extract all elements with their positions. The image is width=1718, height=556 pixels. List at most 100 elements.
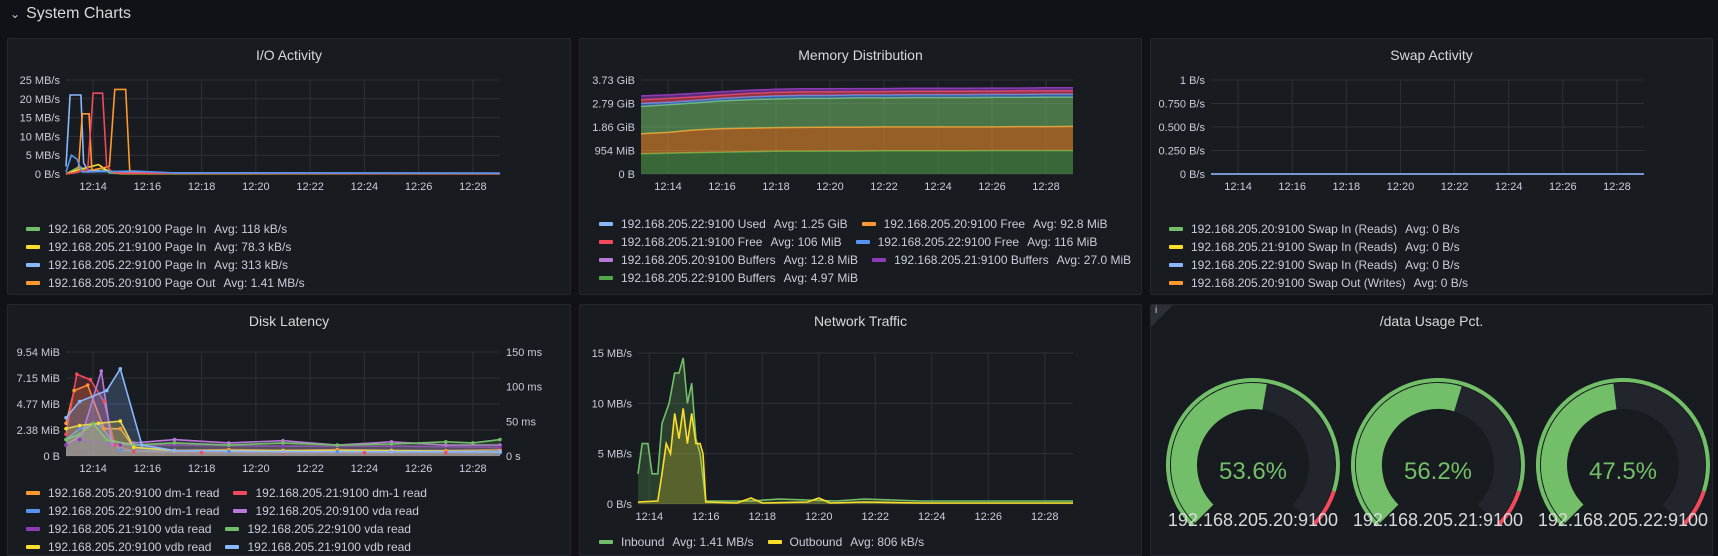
x-tick-label: 12:22 bbox=[862, 511, 890, 523]
legend-label: 192.168.205.20:9100 Swap Out (Writes) bbox=[1191, 276, 1406, 290]
legend-item[interactable]: 192.168.205.21:9100 Page In Avg: 78.3 kB/… bbox=[26, 238, 291, 256]
x-tick-label: 12:28 bbox=[1032, 181, 1060, 193]
data-usage-panel[interactable]: i /data Usage Pct. 53.6% 192.168.205.20:9… bbox=[1150, 304, 1713, 556]
legend-item[interactable]: 192.168.205.22:9100 vda read bbox=[225, 520, 411, 538]
legend-item[interactable]: 192.168.205.21:9100 vda read bbox=[26, 520, 211, 538]
legend-item[interactable]: 192.168.205.20:9100 vdb read bbox=[26, 538, 211, 555]
x-tick-label: 12:14 bbox=[1224, 181, 1252, 193]
legend-item[interactable]: 192.168.205.22:9100 Page In Avg: 313 kB/s bbox=[26, 256, 288, 274]
series-point bbox=[172, 437, 177, 442]
series-point bbox=[335, 443, 340, 447]
legend-item[interactable]: 192.168.205.20:9100 dm-1 read bbox=[26, 484, 219, 502]
x-tick-label: 12:16 bbox=[134, 181, 162, 193]
legend-row: Inbound Avg: 1.41 MB/s Outbound Avg: 806 kB… bbox=[599, 533, 938, 551]
x-tick-label: 12:20 bbox=[1387, 181, 1415, 193]
x-tick-label: 12:20 bbox=[242, 181, 270, 193]
legend-item[interactable]: 192.168.205.21:9100 Swap In (Reads) Avg: … bbox=[1169, 238, 1460, 256]
x-tick-label: 12:28 bbox=[1603, 181, 1631, 193]
legend-item[interactable]: 192.168.205.22:9100 Swap In (Reads) Avg: … bbox=[1169, 256, 1460, 274]
legend-swatch bbox=[599, 540, 613, 544]
series-point bbox=[281, 444, 285, 448]
legend-item[interactable]: 192.168.205.22:9100 dm-1 read bbox=[26, 502, 219, 520]
y-tick-label: 7.15 MiB bbox=[17, 373, 60, 385]
legend-label: 192.168.205.21:9100 Free bbox=[621, 235, 763, 249]
legend-item[interactable]: 192.168.205.22:9100 Buffers Avg: 4.97 MiB bbox=[599, 269, 858, 287]
y-tick-label: 3.73 GiB bbox=[592, 75, 635, 87]
legend-item[interactable]: 192.168.205.20:9100 Swap Out (Writes) Avg… bbox=[1169, 274, 1468, 292]
legend-swatch bbox=[599, 222, 613, 226]
legend-item[interactable]: 192.168.205.20:9100 Swap In (Reads) Avg: … bbox=[1169, 220, 1460, 238]
legend-item[interactable]: 192.168.205.21:9100 Free Avg: 106 MiB bbox=[599, 233, 842, 251]
legend-row: 192.168.205.20:9100 Swap In (Reads) Avg: … bbox=[1169, 220, 1482, 238]
legend-item[interactable]: 192.168.205.21:9100 vdb read bbox=[225, 538, 411, 555]
chevron-down-icon[interactable]: ⌄ bbox=[10, 7, 20, 21]
legend-swatch bbox=[1169, 263, 1183, 267]
legend-row: 192.168.205.20:9100 Page Out Avg: 1.41 MB… bbox=[26, 274, 319, 292]
legend-avg: Avg: 0 B/s bbox=[1405, 240, 1460, 254]
series-point bbox=[85, 383, 90, 387]
y-tick-label: 0 B/s bbox=[35, 169, 61, 181]
memory-band bbox=[641, 126, 1073, 154]
legend-row: 192.168.205.20:9100 vdb read 192.168.205.… bbox=[26, 538, 441, 555]
legend-item[interactable]: Inbound Avg: 1.41 MB/s bbox=[599, 533, 754, 551]
y-tick-label: 0 B/s bbox=[1180, 169, 1206, 181]
y-tick-label: 15 MB/s bbox=[592, 348, 633, 360]
legend-avg: Avg: 1.41 MB/s bbox=[223, 276, 305, 290]
legend-item[interactable]: 192.168.205.20:9100 vda read bbox=[233, 502, 419, 520]
legend-row: 192.168.205.22:9100 Used Avg: 1.25 GiB 192… bbox=[599, 215, 1141, 233]
y-tick-label: 20 MB/s bbox=[20, 94, 61, 106]
series-point bbox=[444, 440, 448, 444]
y-right-tick-label: 150 ms bbox=[506, 347, 543, 359]
legend-avg: Avg: 27.0 MiB bbox=[1056, 253, 1132, 267]
gauge-label: 192.168.205.21:9100 bbox=[1353, 510, 1523, 530]
legend-item[interactable]: 192.168.205.20:9100 Page Out Avg: 1.41 MB… bbox=[26, 274, 305, 292]
gauge-label: 192.168.205.20:9100 bbox=[1168, 510, 1338, 530]
legend-label: 192.168.205.21:9100 vda read bbox=[48, 522, 212, 536]
row-header[interactable]: ⌄ System Charts bbox=[10, 3, 131, 25]
x-tick-label: 12:26 bbox=[974, 511, 1002, 523]
legend-swatch bbox=[599, 258, 613, 262]
series-point bbox=[64, 443, 68, 447]
series-point bbox=[389, 449, 394, 454]
io-activity-panel[interactable]: I/O Activity 0 B/s 5 MB/s 10 MB/s 15 MB/s 20… bbox=[7, 38, 571, 295]
legend-item[interactable]: 192.168.205.21:9100 dm-1 read bbox=[233, 484, 427, 502]
legend-avg: Avg: 1.41 MB/s bbox=[672, 535, 754, 549]
y-tick-label: 25 MB/s bbox=[20, 75, 61, 87]
disk-latency-panel[interactable]: Disk Latency 0 B 2.38 MiB 4.77 MiB 7.15 MiB… bbox=[7, 304, 571, 556]
y-right-tick-label: 100 ms bbox=[506, 382, 543, 394]
series-point bbox=[335, 449, 340, 454]
legend-swatch bbox=[1169, 245, 1183, 249]
gauge-label: 192.168.205.22:9100 bbox=[1538, 510, 1708, 530]
legend-swatch bbox=[599, 240, 613, 244]
y-tick-label: 10 MB/s bbox=[20, 131, 61, 143]
legend-item[interactable]: 192.168.205.21:9100 Buffers Avg: 27.0 MiB bbox=[872, 251, 1131, 269]
legend-item[interactable]: 192.168.205.22:9100 Free Avg: 116 MiB bbox=[855, 233, 1097, 251]
legend-item[interactable]: Outbound Avg: 806 kB/s bbox=[767, 533, 924, 551]
series-point bbox=[498, 449, 502, 454]
network-traffic-panel[interactable]: Network Traffic 0 B/s 5 MB/s 10 MB/s 15 MB/… bbox=[579, 304, 1142, 556]
series-point bbox=[498, 445, 502, 450]
series-point bbox=[444, 443, 448, 447]
memory-distribution-panel[interactable]: Memory Distribution 0 B 954 MiB 1.86 GiB 2.… bbox=[579, 38, 1142, 295]
legend-item[interactable]: 192.168.205.20:9100 Buffers Avg: 12.8 MiB bbox=[599, 251, 858, 269]
network-traffic-legend: Inbound Avg: 1.41 MB/s Outbound Avg: 806 kB… bbox=[599, 533, 938, 551]
legend-item[interactable]: 192.168.205.22:9100 Used Avg: 1.25 GiB bbox=[599, 215, 848, 233]
legend-label: 192.168.205.20:9100 Buffers bbox=[621, 253, 776, 267]
legend-row: 192.168.205.22:9100 Page In Avg: 313 kB/s bbox=[26, 256, 319, 274]
legend-item[interactable]: 192.168.205.20:9100 Page In Avg: 118 kB/s bbox=[26, 220, 287, 238]
y-tick-label: 15 MB/s bbox=[20, 113, 61, 125]
legend-item[interactable]: 192.168.205.20:9100 Free Avg: 92.8 MiB bbox=[861, 215, 1108, 233]
series-point bbox=[102, 399, 106, 404]
series-point bbox=[118, 448, 123, 453]
legend-label: 192.168.205.20:9100 Page In bbox=[48, 222, 207, 236]
legend-avg: Avg: 12.8 MiB bbox=[783, 253, 859, 267]
series-point bbox=[227, 449, 231, 454]
legend-avg: Avg: 118 kB/s bbox=[214, 222, 288, 236]
swap-activity-panel[interactable]: Swap Activity 0 B/s 0.250 B/s 0.500 B/s 0.7… bbox=[1150, 38, 1713, 295]
series-point bbox=[110, 443, 114, 447]
y-tick-label: 4.77 MiB bbox=[17, 399, 60, 411]
x-tick-label: 12:22 bbox=[296, 463, 324, 475]
legend-row: 192.168.205.22:9100 Buffers Avg: 4.97 MiB bbox=[599, 269, 1141, 287]
legend-label: Inbound bbox=[621, 535, 665, 549]
legend-swatch bbox=[872, 258, 887, 262]
